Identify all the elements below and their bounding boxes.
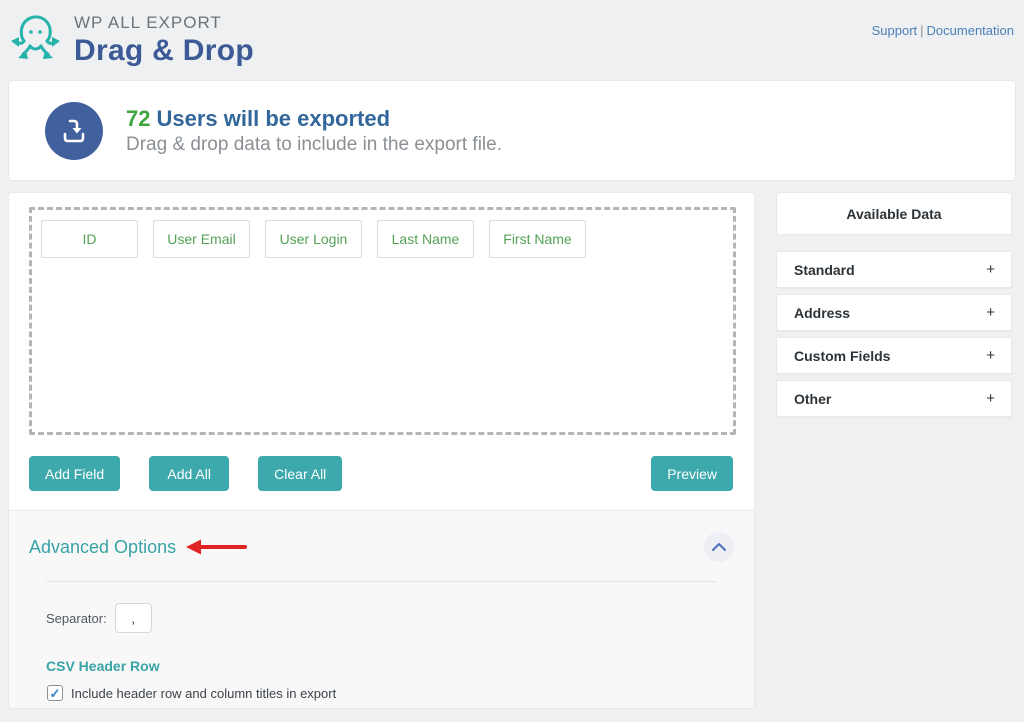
sidebar-item-custom-fields[interactable]: Custom Fields + xyxy=(776,337,1012,374)
expand-plus-icon[interactable]: + xyxy=(986,347,995,364)
brand-name: WP ALL EXPORT xyxy=(74,8,254,33)
export-count: 72 xyxy=(126,106,150,131)
available-data-title: Available Data xyxy=(776,192,1012,235)
sidebar-item-other[interactable]: Other + xyxy=(776,380,1012,417)
field-chip-user-login[interactable]: User Login xyxy=(265,220,362,258)
support-link[interactable]: Support xyxy=(872,23,918,38)
separator-input[interactable] xyxy=(115,603,152,633)
advanced-options-title[interactable]: Advanced Options xyxy=(29,537,176,558)
expand-plus-icon[interactable]: + xyxy=(986,390,995,407)
available-data-sidebar: Available Data Standard + Address + Cust… xyxy=(776,192,1012,709)
octopus-logo-icon xyxy=(8,8,64,64)
toolbar: Add Field Add All Clear All Preview xyxy=(29,456,733,491)
chevron-up-icon xyxy=(711,541,727,553)
advanced-divider xyxy=(46,581,717,582)
add-field-button[interactable]: Add Field xyxy=(29,456,120,491)
download-icon xyxy=(59,116,89,146)
banner-subtitle: Drag & drop data to include in the expor… xyxy=(126,134,502,156)
sidebar-item-address[interactable]: Address + xyxy=(776,294,1012,331)
banner-text: 72Users will be exported Drag & drop dat… xyxy=(126,106,502,156)
export-summary-banner: 72Users will be exported Drag & drop dat… xyxy=(8,80,1016,181)
field-chip-list: ID User Email User Login Last Name First… xyxy=(41,220,724,258)
separator-setting: Separator: xyxy=(46,603,734,633)
top-header: WP ALL EXPORT Drag & Drop Support| Docume… xyxy=(0,0,1024,80)
expand-plus-icon[interactable]: + xyxy=(986,304,995,321)
content-row: ID User Email User Login Last Name First… xyxy=(8,192,1012,709)
csv-header-row-title: CSV Header Row xyxy=(46,658,734,674)
link-separator: | xyxy=(920,23,923,38)
add-all-button[interactable]: Add All xyxy=(149,456,229,491)
field-chip-first-name[interactable]: First Name xyxy=(489,220,586,258)
advanced-options-header: Advanced Options xyxy=(29,511,734,562)
field-chip-user-email[interactable]: User Email xyxy=(153,220,250,258)
brand-block: WP ALL EXPORT Drag & Drop xyxy=(74,8,254,68)
page-title: Drag & Drop xyxy=(74,34,254,68)
category-label: Standard xyxy=(794,262,855,278)
expand-plus-icon[interactable]: + xyxy=(986,261,995,278)
page: WP ALL EXPORT Drag & Drop Support| Docume… xyxy=(0,0,1024,722)
export-count-heading: 72Users will be exported xyxy=(126,106,502,132)
category-label: Other xyxy=(794,391,831,407)
collapse-section-button[interactable] xyxy=(704,532,734,562)
csv-header-checkbox-row: ✓ Include header row and column titles i… xyxy=(47,685,734,701)
field-dropzone[interactable]: ID User Email User Login Last Name First… xyxy=(29,207,736,435)
documentation-link[interactable]: Documentation xyxy=(927,23,1014,38)
header-links: Support| Documentation xyxy=(872,8,1014,38)
available-data-categories: Standard + Address + Custom Fields + Oth… xyxy=(776,251,1012,417)
category-label: Address xyxy=(794,305,850,321)
include-header-checkbox-label: Include header row and column titles in … xyxy=(71,686,336,701)
advanced-options-section: Advanced Options Separator: xyxy=(9,510,754,708)
separator-label: Separator: xyxy=(46,611,107,626)
sidebar-item-standard[interactable]: Standard + xyxy=(776,251,1012,288)
include-header-checkbox[interactable]: ✓ xyxy=(47,685,63,701)
export-heading-text: Users will be exported xyxy=(156,106,390,131)
field-chip-id[interactable]: ID xyxy=(41,220,138,258)
download-badge xyxy=(45,102,103,160)
clear-all-button[interactable]: Clear All xyxy=(258,456,342,491)
field-chip-last-name[interactable]: Last Name xyxy=(377,220,474,258)
export-builder-panel: ID User Email User Login Last Name First… xyxy=(8,192,755,709)
preview-button[interactable]: Preview xyxy=(651,456,733,491)
annotation-arrow-icon xyxy=(186,539,248,555)
category-label: Custom Fields xyxy=(794,348,890,364)
